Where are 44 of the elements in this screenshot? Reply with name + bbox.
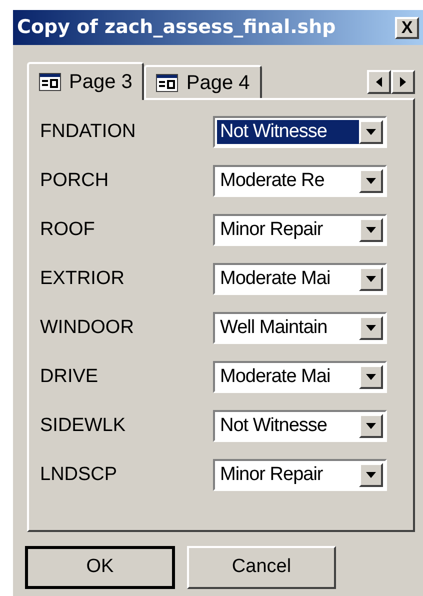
dialog-button[interactable]: Cancel	[187, 546, 336, 589]
field-label: FNDATION	[39, 120, 137, 144]
field-label: DRIVE	[39, 364, 100, 389]
dropdown-arrow-button[interactable]	[359, 120, 383, 144]
left-triangle-icon	[376, 77, 382, 87]
dropdown[interactable]: Minor Repair	[213, 214, 387, 246]
dropdown-arrow-button[interactable]	[359, 316, 383, 340]
dropdown-arrow-button[interactable]	[359, 267, 383, 291]
window-title: Copy of zach_assess_final.shp	[17, 15, 336, 40]
field-label: PORCH	[39, 168, 110, 193]
dropdown-arrow-button[interactable]	[359, 414, 383, 438]
down-triangle-icon	[366, 129, 376, 135]
down-triangle-icon	[366, 325, 376, 331]
dropdown-arrow-button[interactable]	[359, 218, 383, 242]
dropdown[interactable]: Moderate Mai	[213, 263, 387, 295]
dropdown[interactable]: Not Witnesse	[213, 410, 387, 442]
field-label: LNDSCP	[39, 462, 118, 487]
right-triangle-icon	[400, 77, 406, 87]
field-label: ROOF	[39, 218, 96, 242]
down-triangle-icon	[366, 374, 376, 380]
down-triangle-icon	[366, 472, 376, 478]
field-label: EXTRIOR	[39, 266, 126, 291]
dropdown[interactable]: Minor Repair	[213, 459, 387, 491]
close-button[interactable]: X	[395, 16, 419, 38]
form-icon	[156, 74, 178, 92]
tab[interactable]: Page 4	[144, 65, 262, 98]
dropdown[interactable]: Moderate Mai	[213, 361, 387, 393]
dropdown-arrow-button[interactable]	[359, 463, 383, 487]
scroll-right-button[interactable]	[391, 70, 415, 94]
tab[interactable]: Page 3	[27, 62, 144, 100]
dropdown[interactable]: Well Maintain	[213, 312, 387, 344]
form-icon	[39, 73, 61, 91]
scroll-left-button[interactable]	[367, 70, 391, 94]
dropdown[interactable]: Moderate Re	[213, 165, 387, 197]
down-triangle-icon	[366, 276, 376, 282]
dialog-button[interactable]: OK	[25, 546, 175, 589]
down-triangle-icon	[366, 423, 376, 429]
down-triangle-icon	[366, 178, 376, 184]
down-triangle-icon	[366, 227, 376, 233]
field-label: SIDEWLK	[39, 414, 127, 438]
dropdown-arrow-button[interactable]	[359, 169, 383, 193]
dropdown[interactable]: Not Witnesse	[213, 116, 387, 148]
field-label: WINDOOR	[39, 316, 135, 340]
dropdown-arrow-button[interactable]	[359, 365, 383, 389]
